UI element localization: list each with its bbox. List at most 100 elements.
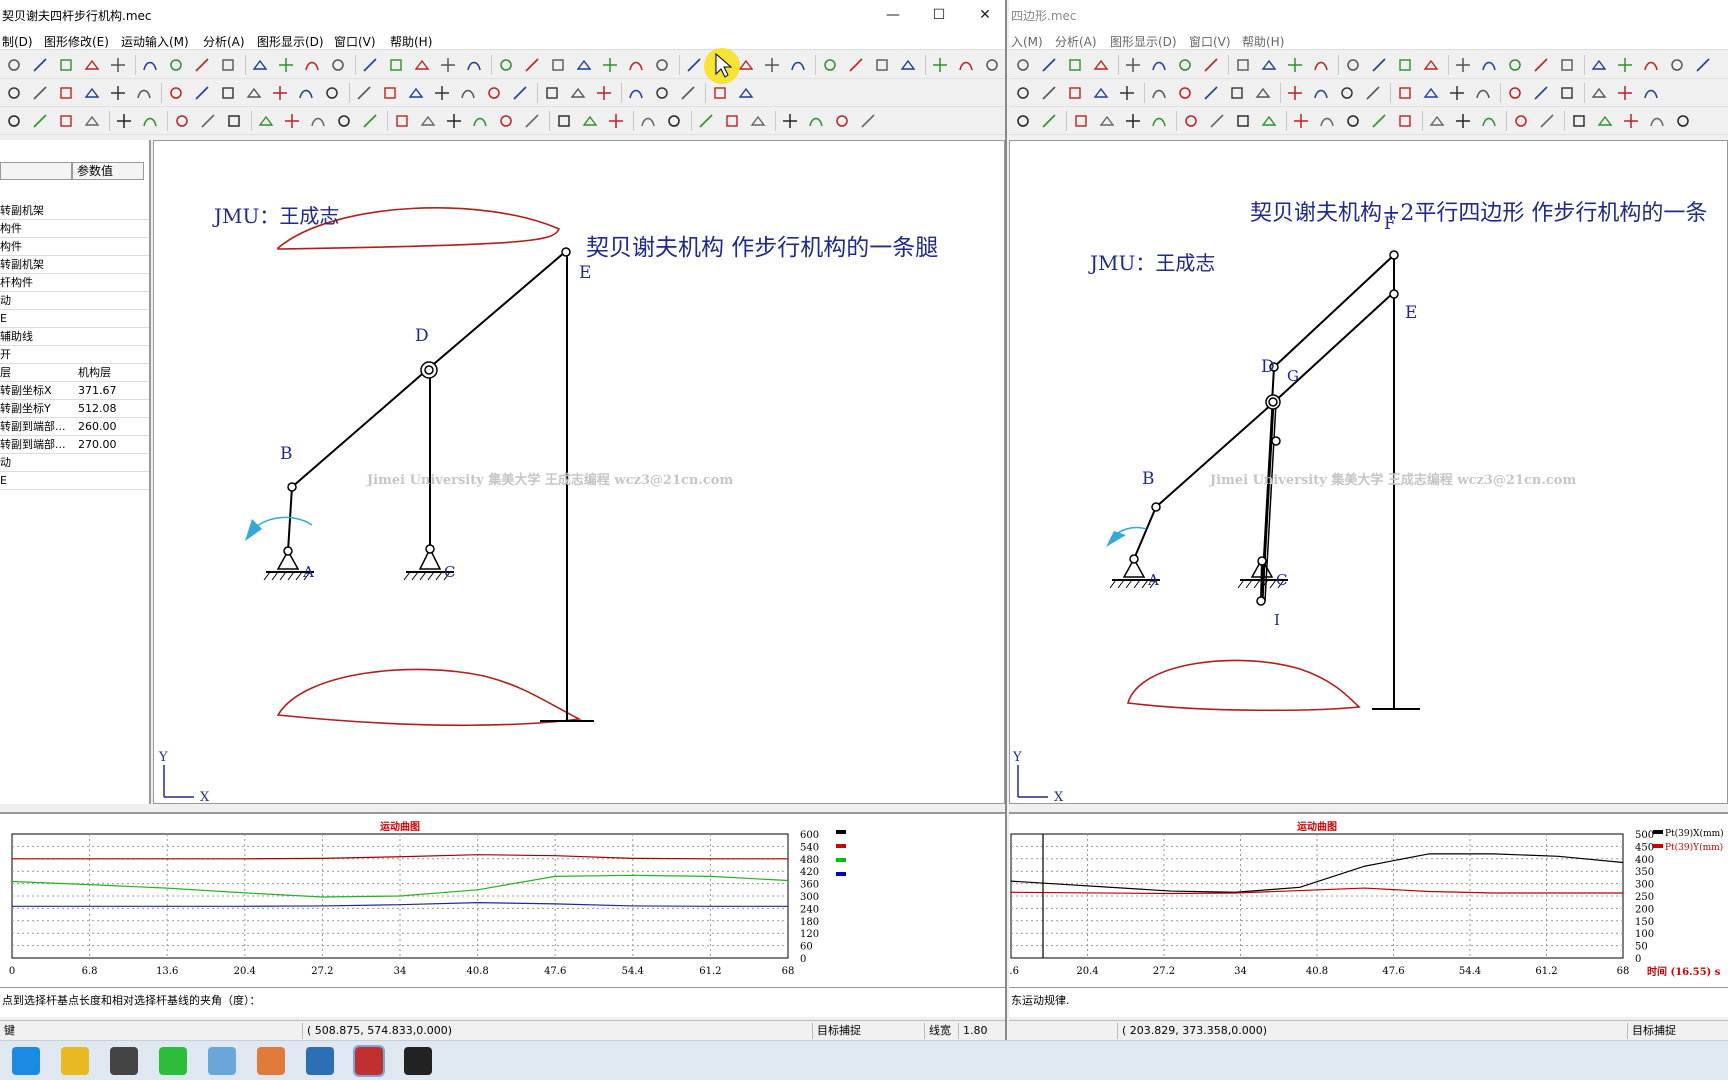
app-icon[interactable] [208,1047,236,1075]
property-row[interactable]: 层 机构层 [0,364,149,382]
toolbar-tool-icon[interactable] [1589,83,1609,103]
toolbar-tool-icon[interactable] [1421,83,1441,103]
toolbar-tool-icon[interactable] [406,83,426,103]
toolbar-tool-icon[interactable] [56,55,76,75]
toolbar-tool-icon[interactable] [684,55,704,75]
toolbar-tool-icon[interactable] [1233,111,1253,131]
property-row[interactable]: 转副坐标X 371.67 [0,382,149,400]
joint-f[interactable] [1389,250,1399,260]
toolbar-tool-icon[interactable] [1071,111,1091,131]
toolbar-tool-icon[interactable] [858,111,878,131]
wechat-icon[interactable] [159,1047,187,1075]
toolbar-tool-icon[interactable] [458,83,478,103]
toolbar-tool-icon[interactable] [308,111,328,131]
toolbar-tool-icon[interactable] [638,111,658,131]
toolbar-tool-icon[interactable] [276,55,296,75]
toolbar-tool-icon[interactable] [600,55,620,75]
toolbar-tool-icon[interactable] [1615,55,1635,75]
toolbar-tool-icon[interactable] [380,83,400,103]
link-bd[interactable] [291,368,429,488]
toolbar-tool-icon[interactable] [580,111,600,131]
toolbar-tool-icon[interactable] [224,111,244,131]
property-row[interactable]: 杆构件 [0,274,149,292]
toolbar-tool-icon[interactable] [982,55,1002,75]
property-row[interactable]: 转副到端部... 270.00 [0,436,149,454]
toolbar-tool-icon[interactable] [1039,83,1059,103]
toolbar-tool-icon[interactable] [1285,83,1305,103]
toolbar-tool-icon[interactable] [438,55,458,75]
joint-b[interactable] [287,482,297,492]
toolbar-tool-icon[interactable] [1227,83,1247,103]
property-value[interactable]: 机构层 [78,364,111,381]
toolbar-tool-icon[interactable] [1149,111,1169,131]
link-de[interactable] [1272,292,1394,404]
store-icon[interactable] [110,1047,138,1075]
toolbar-tool-icon[interactable] [1447,83,1467,103]
toolbar-tool-icon[interactable] [1363,83,1383,103]
toolbar-tool-icon[interactable] [678,83,698,103]
menu-window[interactable]: 窗口(V) [334,33,376,50]
toolbar-tool-icon[interactable] [1641,83,1661,103]
toolbar-tool-icon[interactable] [820,55,840,75]
toolbar-tool-icon[interactable] [1537,111,1557,131]
toolbar-tool-icon[interactable] [1233,55,1253,75]
toolbar-tool-icon[interactable] [496,55,516,75]
toolbar-tool-icon[interactable] [82,55,102,75]
toolbar-tool-icon[interactable] [762,55,782,75]
toolbar-tool-icon[interactable] [1343,111,1363,131]
menu-analysis[interactable]: 分析(A) [203,33,245,50]
toolbar-tool-icon[interactable] [4,111,24,131]
toolbar-tool-icon[interactable] [496,111,516,131]
toolbar-tool-icon[interactable] [1369,111,1389,131]
toolbar-tool-icon[interactable] [574,55,594,75]
toolbar-tool-icon[interactable] [1149,55,1169,75]
toolbar-tool-icon[interactable] [1065,83,1085,103]
toolbar-tool-icon[interactable] [1531,55,1551,75]
toolbar-tool-icon[interactable] [1479,55,1499,75]
property-value[interactable]: 512.08 [78,400,117,417]
toolbar-tool-icon[interactable] [192,55,212,75]
toolbar-tool-icon[interactable] [1673,111,1693,131]
toolbar-tool-icon[interactable] [470,111,490,131]
toolbar-tool-icon[interactable] [360,111,380,131]
joint-c[interactable] [1257,556,1267,566]
toolbar-tool-icon[interactable] [322,83,342,103]
menu-modify[interactable]: 图形修改(E) [44,33,109,50]
toolbar-tool-icon[interactable] [1123,55,1143,75]
toolbar-tool-icon[interactable] [748,111,768,131]
toolbar-tool-icon[interactable] [1589,55,1609,75]
toolbar-tool-icon[interactable] [652,83,672,103]
toolbar-tool-icon[interactable] [1427,111,1447,131]
toolbar-tool-icon[interactable] [568,83,588,103]
toolbar-tool-icon[interactable] [846,55,866,75]
toolbar-tool-icon[interactable] [1039,111,1059,131]
toolbar-tool-icon[interactable] [696,111,716,131]
property-row[interactable]: 动 [0,454,149,472]
toolbar-tool-icon[interactable] [302,55,322,75]
toolbar-tool-icon[interactable] [788,55,808,75]
toolbar-tool-icon[interactable] [1343,55,1363,75]
menu-draw[interactable]: 制(D) [2,33,33,50]
toolbar-tool-icon[interactable] [1013,111,1033,131]
mechanism-app-icon[interactable] [353,1045,385,1077]
toolbar-tool-icon[interactable] [1065,55,1085,75]
toolbar-tool-icon[interactable] [780,111,800,131]
edge-icon[interactable] [12,1047,40,1075]
toolbar-tool-icon[interactable] [250,55,270,75]
toolbar-tool-icon[interactable] [1453,55,1473,75]
toolbar-tool-icon[interactable] [166,55,186,75]
toolbar-tool-icon[interactable] [218,83,238,103]
joint-a[interactable] [1129,554,1139,564]
folder-icon[interactable] [61,1047,89,1075]
toolbar-tool-icon[interactable] [872,55,892,75]
property-row[interactable]: 转副到端部... 260.00 [0,418,149,436]
toolbar-tool-icon[interactable] [114,111,134,131]
toolbar-tool-icon[interactable] [1201,83,1221,103]
toolbar-tool-icon[interactable] [386,55,406,75]
joint-g[interactable] [1268,397,1278,407]
property-row[interactable]: 开 [0,346,149,364]
toolbar-tool-icon[interactable] [296,83,316,103]
toolbar-tool-icon[interactable] [4,83,24,103]
maximize-button[interactable]: ☐ [916,0,962,30]
toolbar-tool-icon[interactable] [328,55,348,75]
